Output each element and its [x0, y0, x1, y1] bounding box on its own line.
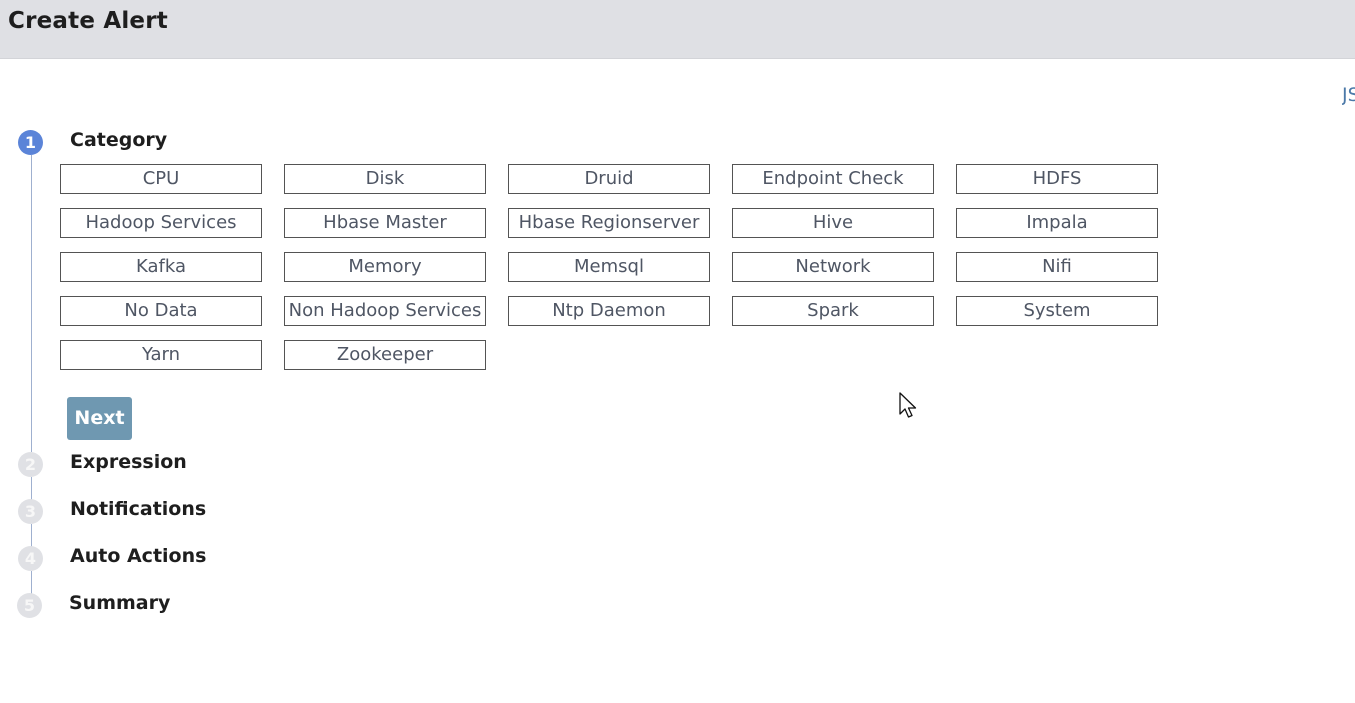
step-rail — [31, 477, 32, 500]
next-button[interactable]: Next — [67, 397, 132, 440]
step-4-indicator: 4 — [18, 546, 43, 571]
category-button-impala[interactable]: Impala — [956, 208, 1158, 238]
step-expression-title[interactable]: Expression — [70, 451, 187, 473]
category-button-spark[interactable]: Spark — [732, 296, 934, 326]
step-5-indicator: 5 — [17, 593, 42, 618]
category-button-zookeeper[interactable]: Zookeeper — [284, 340, 486, 370]
category-button-network[interactable]: Network — [732, 252, 934, 282]
category-button-hdfs[interactable]: HDFS — [956, 164, 1158, 194]
category-button-kafka[interactable]: Kafka — [60, 252, 262, 282]
page-header: Create Alert — [0, 0, 1355, 59]
category-button-memory[interactable]: Memory — [284, 252, 486, 282]
category-button-non-hadoop-services[interactable]: Non Hadoop Services — [284, 296, 486, 326]
category-button-hadoop-services[interactable]: Hadoop Services — [60, 208, 262, 238]
category-button-cpu[interactable]: CPU — [60, 164, 262, 194]
step-rail — [31, 571, 32, 594]
category-button-endpoint-check[interactable]: Endpoint Check — [732, 164, 934, 194]
mouse-pointer-icon — [899, 392, 917, 418]
category-button-disk[interactable]: Disk — [284, 164, 486, 194]
step-summary-title[interactable]: Summary — [69, 592, 170, 614]
step-category-title[interactable]: Category — [70, 129, 167, 151]
step-rail — [31, 155, 32, 452]
step-auto-actions-title[interactable]: Auto Actions — [70, 545, 206, 567]
category-button-no-data[interactable]: No Data — [60, 296, 262, 326]
category-button-system[interactable]: System — [956, 296, 1158, 326]
category-button-druid[interactable]: Druid — [508, 164, 710, 194]
category-button-hive[interactable]: Hive — [732, 208, 934, 238]
step-3-indicator: 3 — [18, 499, 43, 524]
category-button-yarn[interactable]: Yarn — [60, 340, 262, 370]
category-button-hbase-regionserver[interactable]: Hbase Regionserver — [508, 208, 710, 238]
category-button-memsql[interactable]: Memsql — [508, 252, 710, 282]
step-1-indicator: 1 — [18, 130, 43, 155]
category-button-ntp-daemon[interactable]: Ntp Daemon — [508, 296, 710, 326]
page-title: Create Alert — [8, 8, 168, 34]
step-rail — [31, 524, 32, 547]
step-notifications-title[interactable]: Notifications — [70, 498, 206, 520]
category-button-nifi[interactable]: Nifi — [956, 252, 1158, 282]
category-button-hbase-master[interactable]: Hbase Master — [284, 208, 486, 238]
json-link[interactable]: JSON — [1342, 84, 1355, 106]
step-2-indicator: 2 — [18, 452, 43, 477]
